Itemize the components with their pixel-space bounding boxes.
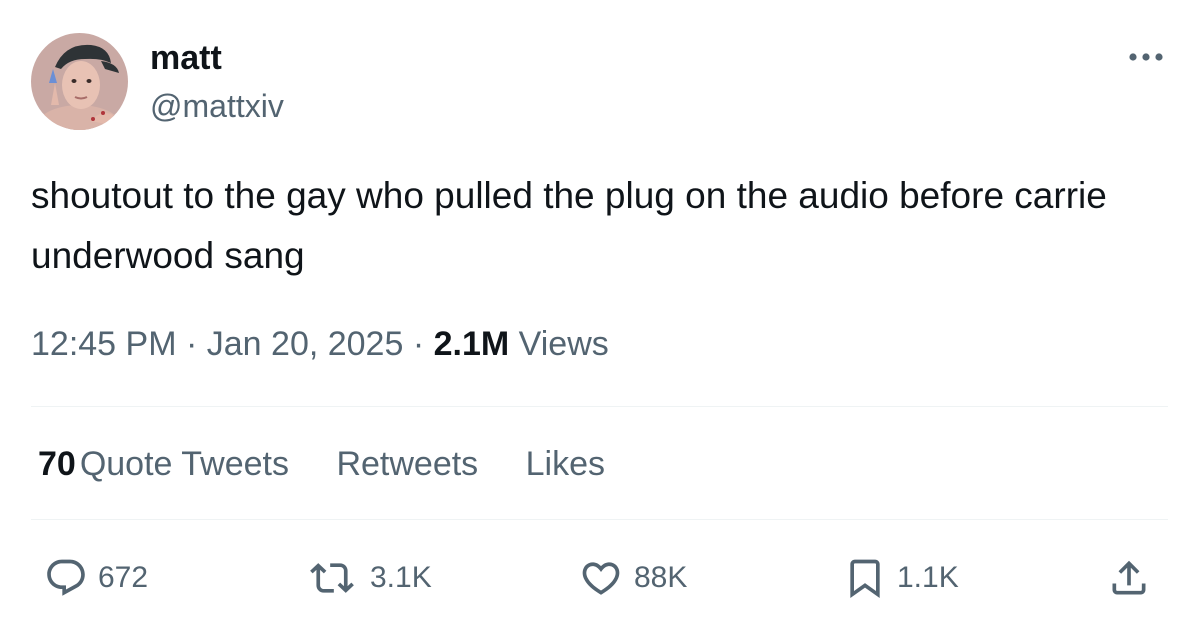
reply-icon bbox=[47, 559, 85, 596]
handle[interactable]: @mattxiv bbox=[150, 86, 284, 126]
avatar[interactable] bbox=[31, 33, 128, 130]
meta-separator: · bbox=[412, 325, 425, 363]
tweet-date[interactable]: Jan 20, 2025 bbox=[207, 325, 404, 363]
display-name[interactable]: matt bbox=[150, 38, 222, 78]
views-count: 2.1M bbox=[433, 325, 510, 363]
like-count: 88K bbox=[634, 561, 688, 594]
tweet-time[interactable]: 12:45 PM bbox=[31, 325, 177, 363]
retweet-count: 3.1K bbox=[370, 561, 432, 594]
tweet-text: shoutout to the gay who pulled the plug … bbox=[31, 175, 1107, 276]
retweets-link[interactable]: Retweets bbox=[336, 445, 478, 483]
quote-tweets-count: 70 bbox=[38, 445, 76, 483]
reply-button[interactable]: 672 bbox=[44, 556, 148, 600]
bookmark-icon bbox=[850, 559, 880, 599]
bookmark-count: 1.1K bbox=[897, 561, 959, 594]
more-options-button[interactable] bbox=[1124, 42, 1168, 72]
more-icon bbox=[1129, 53, 1163, 61]
divider bbox=[31, 519, 1168, 520]
share-icon bbox=[1112, 560, 1146, 595]
reply-count: 672 bbox=[98, 561, 149, 594]
retweet-icon bbox=[310, 563, 354, 593]
bookmark-button[interactable]: 1.1K bbox=[843, 556, 959, 600]
tweet-card: matt @mattxiv shoutout to the gay who pu… bbox=[0, 0, 1200, 626]
share-button[interactable] bbox=[1107, 556, 1151, 600]
quote-tweets-link[interactable]: 70 Quote Tweets bbox=[38, 445, 289, 483]
heart-icon bbox=[582, 562, 620, 595]
engagement-stats: 70 Quote Tweets Retweets Likes bbox=[38, 444, 643, 484]
avatar-image bbox=[31, 33, 128, 130]
like-button[interactable]: 88K bbox=[578, 556, 687, 600]
likes-link[interactable]: Likes bbox=[526, 445, 605, 483]
retweet-button[interactable]: 3.1K bbox=[304, 556, 432, 600]
divider bbox=[31, 406, 1168, 407]
tweet-meta: 12:45 PM · Jan 20, 2025 · 2.1M Views bbox=[31, 322, 609, 366]
meta-separator: · bbox=[185, 325, 198, 363]
views-label: Views bbox=[518, 325, 609, 363]
quote-tweets-label: Quote Tweets bbox=[79, 445, 289, 483]
